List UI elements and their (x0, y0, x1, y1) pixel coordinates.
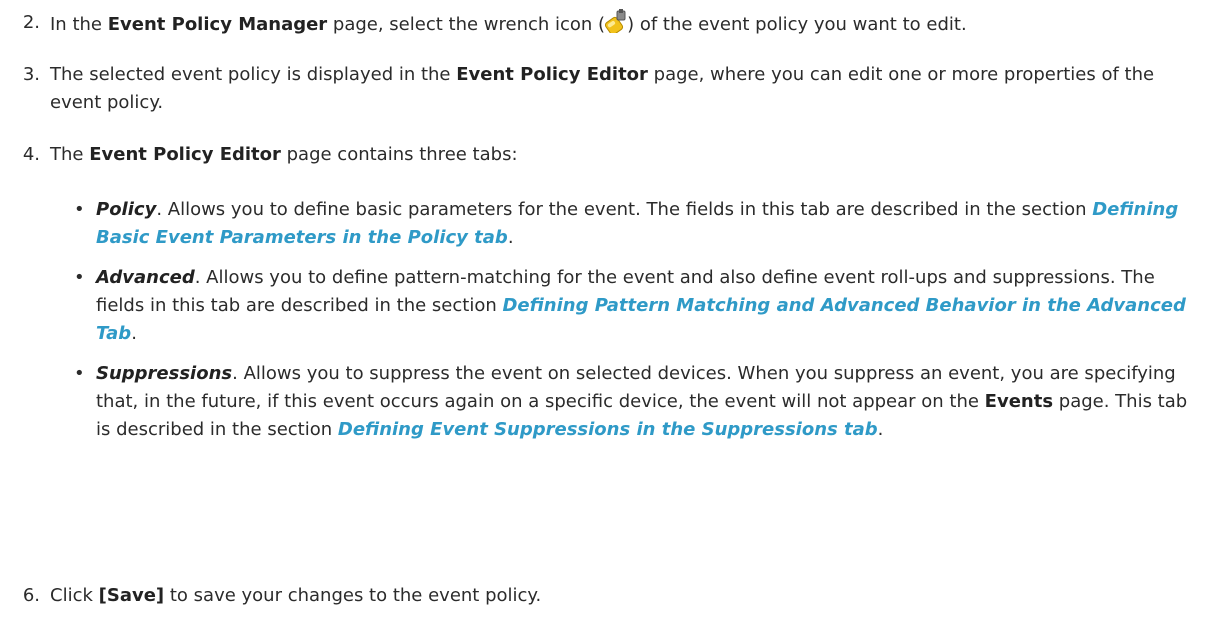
ui-name-event-policy-manager: Event Policy Manager (107, 14, 328, 35)
step-number: 2. (22, 12, 40, 33)
step-4: 4. The Event Policy Editor page contains… (0, 141, 1190, 169)
document-page: 2. In the Event Policy Manager page, sel… (0, 0, 1219, 621)
step-3: 3. The selected event policy is displaye… (0, 61, 1190, 117)
tab-term: Policy (96, 199, 157, 220)
tab-list: • Policy. Allows you to define basic par… (0, 196, 1219, 456)
bullet-icon: • (74, 199, 85, 220)
list-item-policy: • Policy. Allows you to define basic par… (0, 196, 1219, 252)
link-event-suppressions[interactable]: Defining Event Suppressions in the Suppr… (338, 419, 878, 440)
tab-term: Advanced (96, 267, 195, 288)
ui-name-events: Events (984, 391, 1054, 412)
step-number: 3. (22, 64, 40, 85)
step-text: The selected event policy is displayed i… (50, 64, 1155, 113)
ui-name-event-policy-editor: Event Policy Editor (456, 64, 648, 85)
list-item-suppressions: • Suppressions. Allows you to suppress t… (0, 360, 1219, 444)
step-number: 4. (22, 144, 40, 165)
ui-name-save-button: [Save] (98, 585, 165, 606)
bullet-icon: • (74, 267, 85, 288)
list-item-advanced: • Advanced. Allows you to define pattern… (0, 264, 1219, 348)
step-text: Click [Save] to save your changes to the… (50, 585, 542, 606)
ui-name-event-policy-editor: Event Policy Editor (89, 144, 281, 165)
tab-term: Suppressions (96, 363, 233, 384)
step-text: In the Event Policy Manager page, select… (50, 9, 1190, 39)
wrench-icon (605, 9, 627, 36)
step-6: 6. Click [Save] to save your changes to … (0, 582, 1190, 610)
step-number: 6. (22, 585, 40, 606)
step-text: The Event Policy Editor page contains th… (50, 144, 518, 165)
bullet-icon: • (74, 363, 85, 384)
step-2: 2. In the Event Policy Manager page, sel… (0, 9, 1190, 39)
